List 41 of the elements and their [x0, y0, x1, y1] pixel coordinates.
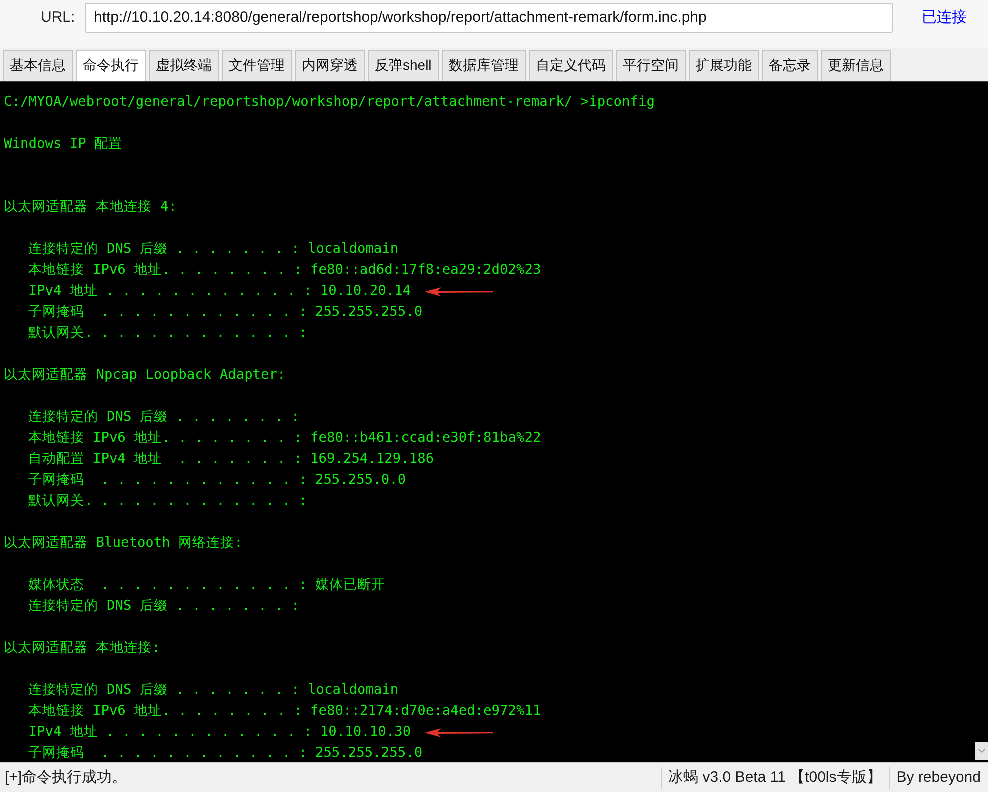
tab[interactable]: 文件管理 [222, 50, 292, 81]
adapter-entry: 连接特定的 DNS 后缀 . . . . . . . : [28, 408, 300, 427]
adapter-entry: 连接特定的 DNS 后缀 . . . . . . . : localdomain [28, 681, 399, 700]
adapter-entry: 本地链接 IPv6 地址. . . . . . . . : fe80::ad6d:17f8:ea29:2d02%23 [28, 261, 542, 280]
tab[interactable]: 平行空间 [616, 50, 686, 81]
adapter-entry: 连接特定的 DNS 后缀 . . . . . . . : localdomain [28, 240, 399, 259]
adapter-entry: 自动配置 IPv4 地址 . . . . . . . : 169.254.129.186 [28, 450, 434, 469]
tab[interactable]: 备忘录 [762, 50, 818, 81]
tab[interactable]: 更新信息 [820, 50, 891, 81]
product-version: 冰蝎 v3.0 Beta 11 【t00ls专版】 [660, 766, 889, 788]
output-title: Windows IP 配置 [4, 135, 123, 154]
url-label: URL: [41, 8, 76, 28]
adapter-entry: 本地链接 IPv6 地址. . . . . . . . : fe80::b461:ccad:e30f:81ba%22 [28, 429, 542, 448]
author-credit: By rebeyond [888, 766, 988, 788]
adapter-entry: 默认网关. . . . . . . . . . . . . : [28, 492, 308, 511]
adapter-heading: 以太网适配器 Npcap Loopback Adapter: [4, 366, 286, 385]
tab[interactable]: 基本信息 [3, 50, 73, 81]
tab[interactable]: 扩展功能 [688, 50, 759, 81]
adapter-entry: IPv4 地址 . . . . . . . . . . . . : 10.10.10.30 [28, 723, 412, 742]
adapter-entry: 子网掩码 . . . . . . . . . . . . : 255.255.0.0 [28, 471, 406, 490]
tab[interactable]: 虚拟终端 [149, 50, 219, 81]
adapter-entry: 子网掩码 . . . . . . . . . . . . : 255.255.255.0 [28, 744, 423, 762]
command-line: C:/MYOA/webroot/general/reportshop/workshop/report/attachment-remark/ >ipconfig [4, 93, 656, 112]
tab[interactable]: 数据库管理 [442, 50, 526, 81]
adapter-entry: 连接特定的 DNS 后缀 . . . . . . . : [28, 597, 300, 616]
terminal-area[interactable] [0, 82, 988, 762]
connection-status: 已连接 [922, 8, 967, 28]
url-field[interactable]: http://10.10.20.14:8080/general/reportshop/workshop/report/attachment-remark/form.inc.php [85, 3, 893, 33]
tab[interactable]: 自定义代码 [528, 50, 613, 81]
adapter-entry: IPv4 地址 . . . . . . . . . . . . : 10.10.20.14 [28, 282, 412, 301]
adapter-heading: 以太网适配器 本地连接: [4, 639, 160, 658]
tab[interactable]: 内网穿透 [295, 50, 365, 81]
adapter-entry: 本地链接 IPv6 地址. . . . . . . . : fe80::2174:d70e:a4ed:e972%11 [28, 702, 542, 721]
status-message: [+]命令执行成功。 [4, 768, 128, 787]
adapter-entry: 子网掩码 . . . . . . . . . . . . : 255.255.255.0 [28, 303, 423, 322]
tab[interactable]: 反弹shell [368, 50, 439, 81]
adapter-heading: 以太网适配器 本地连接 4: [4, 198, 177, 217]
adapter-entry: 默认网关. . . . . . . . . . . . . : [28, 324, 308, 343]
adapter-heading: 以太网适配器 Bluetooth 网络连接: [4, 534, 243, 553]
tab[interactable]: 命令执行 [76, 50, 146, 81]
adapter-entry: 媒体状态 . . . . . . . . . . . . : 媒体已断开 [28, 576, 386, 595]
